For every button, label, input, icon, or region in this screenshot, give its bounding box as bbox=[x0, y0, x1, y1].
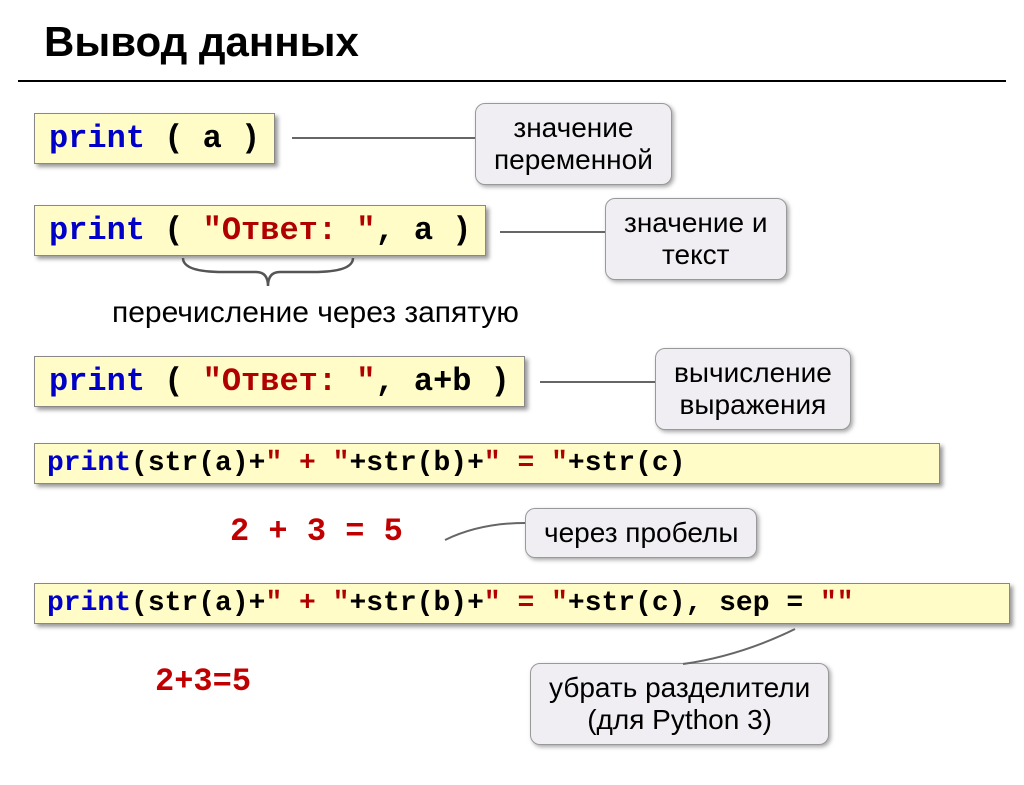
callout-spaces: через пробелы bbox=[525, 508, 757, 558]
code-print-answer-ab: print ( "Ответ: ", a+b ) bbox=[34, 356, 525, 407]
row-1: print ( a ) bbox=[34, 113, 275, 164]
leader-1 bbox=[292, 137, 475, 139]
label-enum: перечисление через запятую bbox=[112, 296, 519, 330]
callout-sep: убрать разделители (для Python 3) bbox=[530, 663, 829, 745]
code-print-a: print ( a ) bbox=[34, 113, 275, 164]
callout-compute-expr: вычисление выражения bbox=[655, 348, 851, 430]
leader-3 bbox=[540, 381, 655, 383]
code-print-str-concat: print(str(a)+" + "+str(b)+" = "+str(c) bbox=[34, 443, 940, 484]
brace-icon bbox=[178, 256, 358, 290]
leader-2 bbox=[500, 231, 605, 233]
row-4: print(str(a)+" + "+str(b)+" = "+str(c) bbox=[34, 443, 940, 484]
expression-nospace: 2+3=5 bbox=[155, 663, 251, 700]
code-print-sep: print(str(a)+" + "+str(b)+" = "+str(c), … bbox=[34, 583, 1010, 624]
page-title: Вывод данных bbox=[44, 18, 1024, 66]
code-print-answer-a: print ( "Ответ: ", a ) bbox=[34, 205, 486, 256]
pointer-sep bbox=[680, 626, 800, 666]
divider bbox=[18, 80, 1006, 82]
row-2: print ( "Ответ: ", a ) bbox=[34, 205, 486, 256]
callout-value-and-text: значение и текст bbox=[605, 198, 787, 280]
row-3: print ( "Ответ: ", a+b ) bbox=[34, 356, 525, 407]
callout-variable-value: значение переменной bbox=[475, 103, 672, 185]
pointer-spaces bbox=[440, 518, 528, 548]
row-5: print(str(a)+" + "+str(b)+" = "+str(c), … bbox=[34, 583, 1010, 624]
expression-spaced: 2 + 3 = 5 bbox=[230, 513, 403, 550]
